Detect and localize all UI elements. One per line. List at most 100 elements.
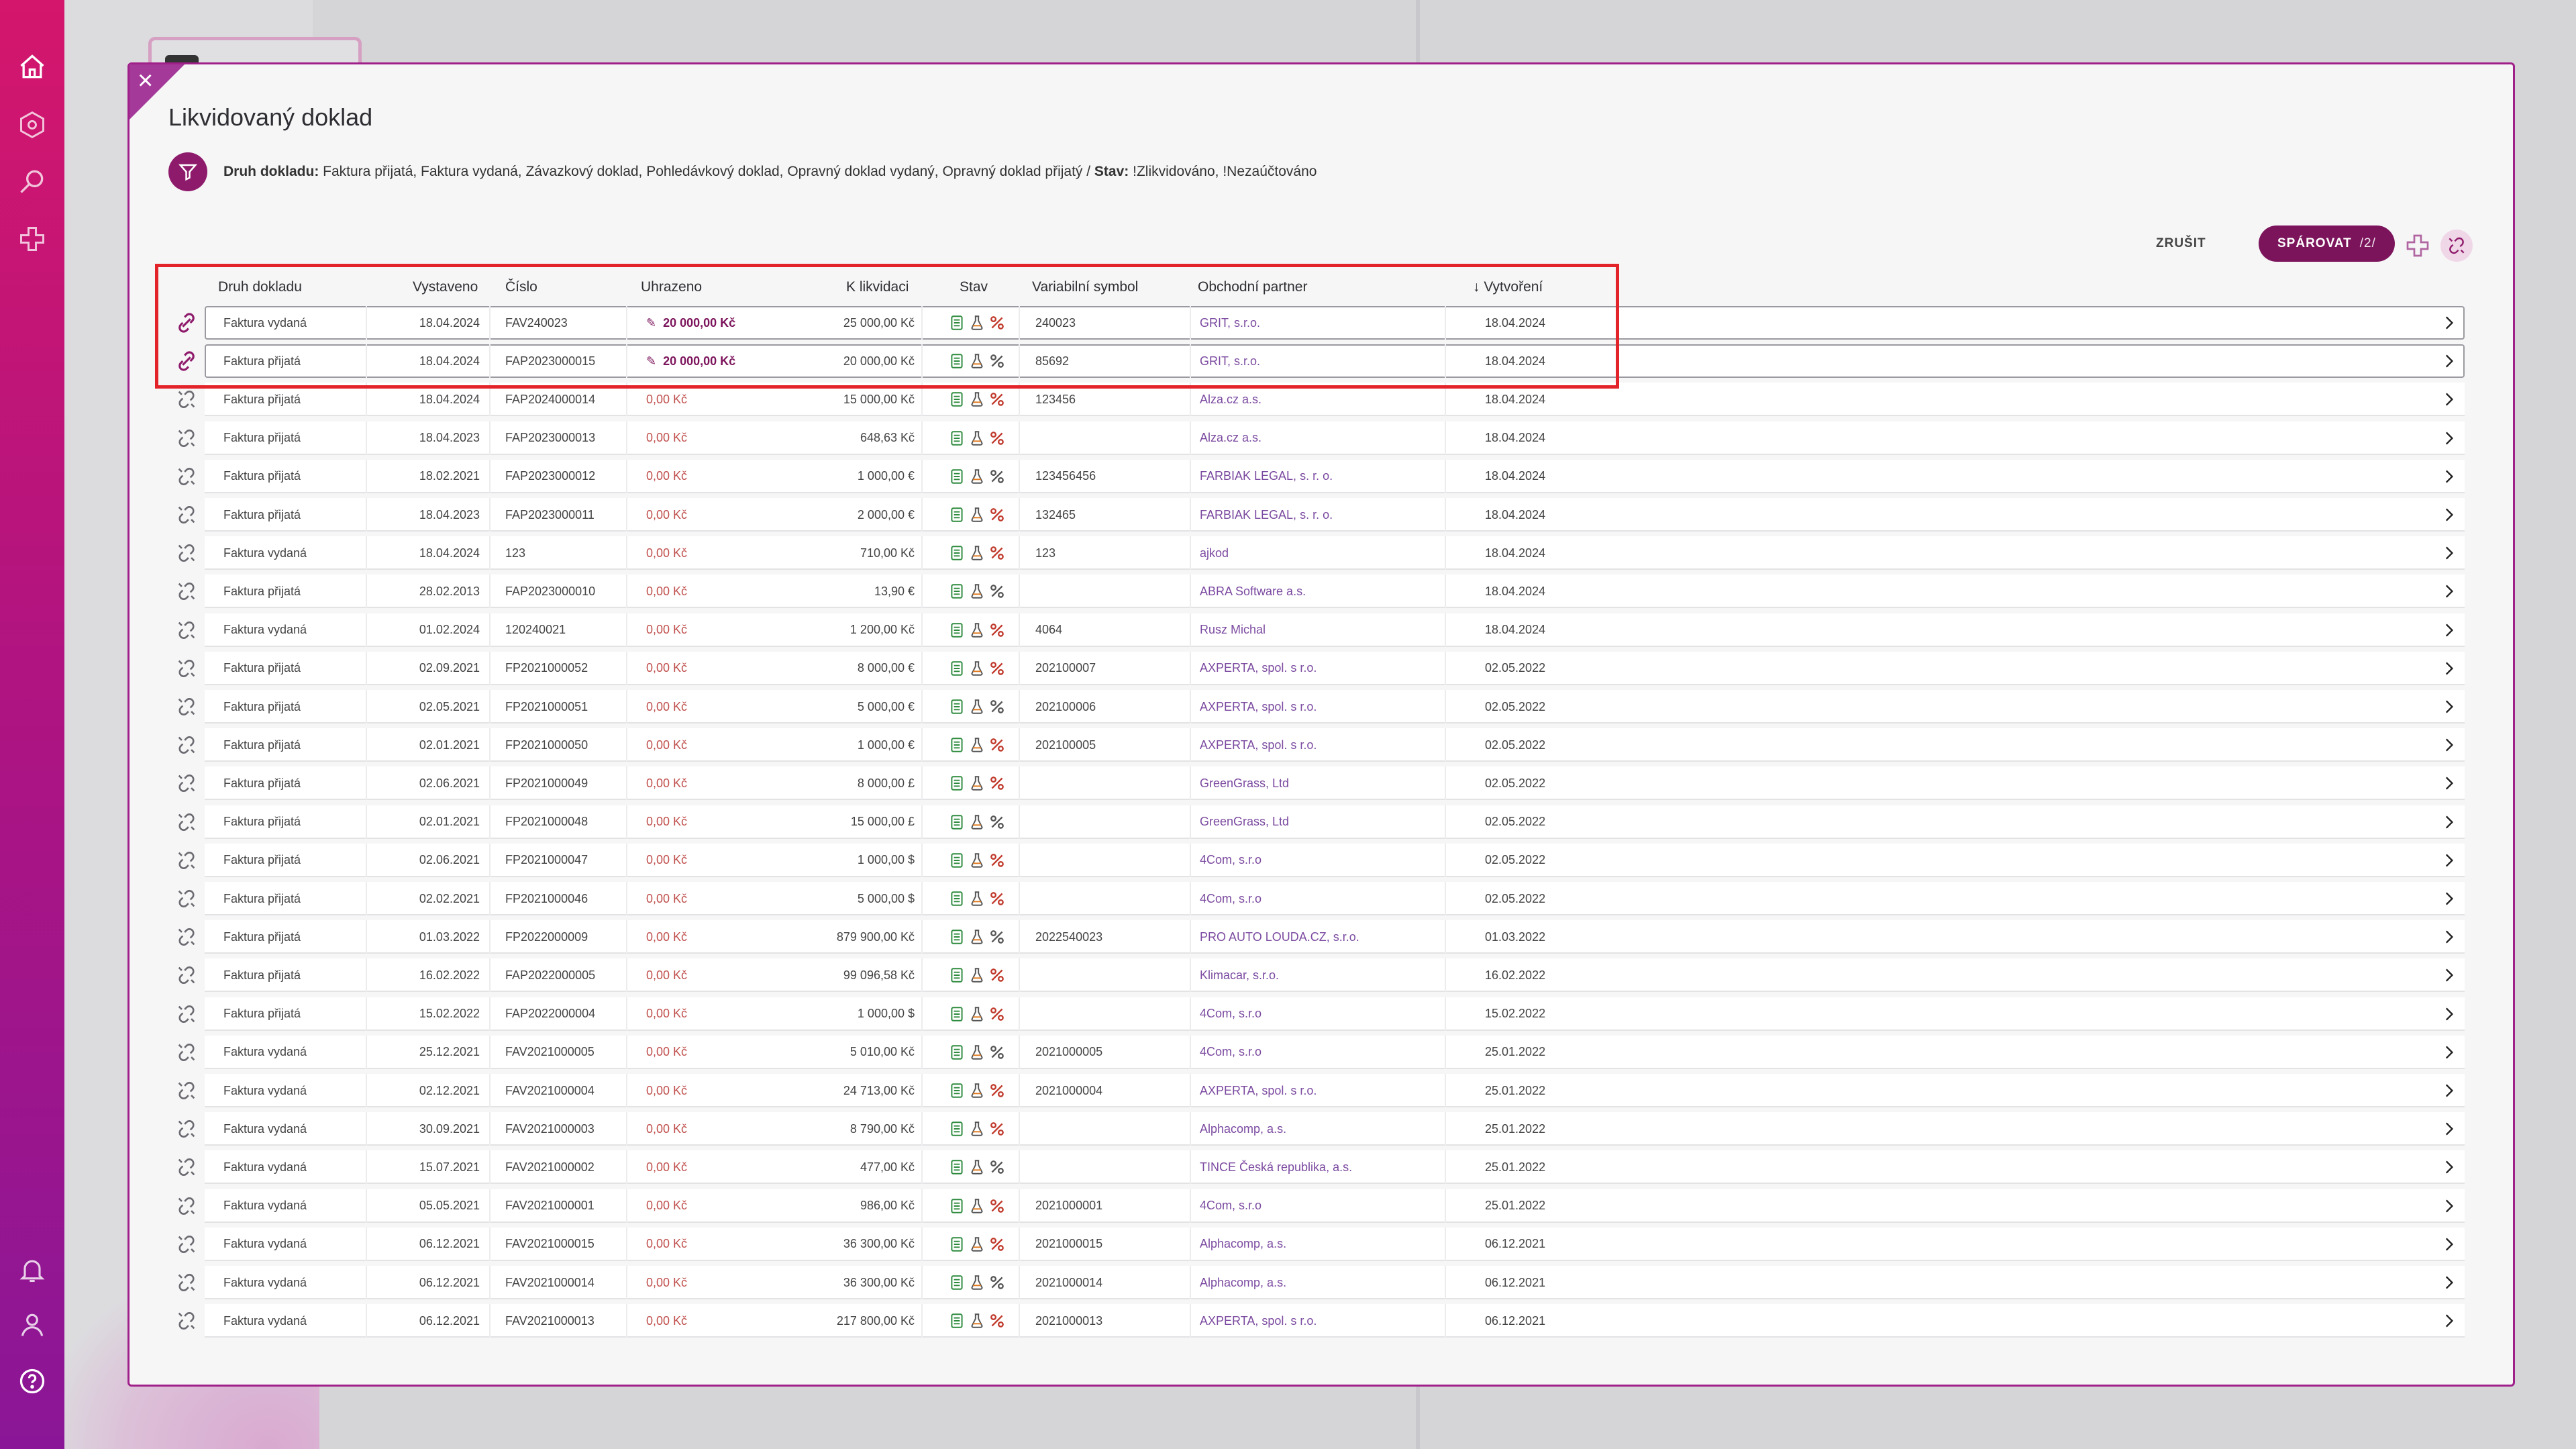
table-row[interactable]: Faktura vydaná 06.12.2021 FAV2021000014 0,0… — [170, 1266, 2465, 1299]
cell-partner[interactable]: 4Com, s.r.o — [1200, 844, 1261, 877]
unlink-icon[interactable] — [175, 695, 198, 718]
chevron-right-icon[interactable] — [2435, 613, 2462, 647]
unlink-icon[interactable] — [175, 580, 198, 603]
table-row[interactable]: Faktura přijatá 02.02.2021 FP2021000046 0,0… — [170, 882, 2465, 915]
unlink-icon[interactable] — [175, 1079, 198, 1102]
table-row[interactable]: Faktura přijatá 16.02.2022 FAP2022000005 0,… — [170, 958, 2465, 993]
unlink-icon[interactable] — [175, 1233, 198, 1256]
add-icon[interactable] — [16, 223, 48, 255]
chevron-right-icon[interactable] — [2435, 652, 2462, 685]
chevron-right-icon[interactable] — [2435, 1189, 2462, 1223]
table-row[interactable]: Faktura přijatá 02.01.2021 FP2021000050 0,0… — [170, 728, 2465, 762]
cell-partner[interactable]: Alza.cz a.s. — [1200, 421, 1261, 455]
cell-partner[interactable]: TINCE Česká republika, a.s. — [1200, 1150, 1352, 1184]
cell-partner[interactable]: 4Com, s.r.o — [1200, 997, 1261, 1031]
chevron-right-icon[interactable] — [2435, 1112, 2462, 1146]
chevron-right-icon[interactable] — [2435, 1228, 2462, 1261]
table-row[interactable]: Faktura vydaná 18.04.2024 123 0,00 Kč 710,00… — [170, 536, 2465, 570]
search-icon[interactable] — [16, 165, 48, 197]
chevron-right-icon[interactable] — [2435, 920, 2462, 954]
table-row[interactable]: Faktura vydaná 02.12.2021 FAV2021000004 0,0… — [170, 1074, 2465, 1107]
unlink-icon[interactable] — [175, 1003, 198, 1026]
cell-partner[interactable]: AXPERTA, spol. s r.o. — [1200, 1304, 1317, 1338]
cell-partner[interactable]: 4Com, s.r.o — [1200, 1189, 1261, 1223]
bell-icon[interactable] — [16, 1254, 48, 1286]
cell-partner[interactable]: Rusz Michal — [1200, 613, 1266, 647]
unlink-icon[interactable] — [175, 1309, 198, 1332]
cell-partner[interactable]: 4Com, s.r.o — [1200, 1036, 1261, 1069]
table-row[interactable]: Faktura přijatá 02.01.2021 FP2021000048 0,0… — [170, 805, 2465, 839]
modules-icon[interactable] — [16, 109, 48, 141]
chevron-right-icon[interactable] — [2435, 1074, 2462, 1107]
chevron-right-icon[interactable] — [2435, 383, 2462, 416]
cell-partner[interactable]: GreenGrass, Ltd — [1200, 805, 1289, 839]
cell-partner[interactable]: Alphacomp, a.s. — [1200, 1228, 1286, 1261]
chevron-right-icon[interactable] — [2435, 421, 2462, 455]
chevron-right-icon[interactable] — [2435, 766, 2462, 800]
unlink-icon[interactable] — [175, 388, 198, 411]
chevron-right-icon[interactable] — [2435, 498, 2462, 532]
table-row[interactable]: Faktura vydaná 25.12.2021 FAV2021000005 0,0… — [170, 1035, 2465, 1069]
unlink-icon[interactable] — [175, 657, 198, 680]
table-row[interactable]: Faktura vydaná 30.09.2021 FAV2021000003 0,0… — [170, 1112, 2465, 1146]
chevron-right-icon[interactable] — [2435, 536, 2462, 570]
unlink-icon[interactable] — [175, 1156, 198, 1179]
unlink-icon[interactable] — [175, 849, 198, 872]
unlink-icon[interactable] — [175, 1041, 198, 1064]
cell-partner[interactable]: ajkod — [1200, 536, 1229, 570]
cell-partner[interactable]: FARBIAK LEGAL, s. r. o. — [1200, 460, 1333, 493]
unlink-button[interactable] — [2440, 230, 2473, 262]
close-icon[interactable]: × — [138, 67, 153, 94]
table-row[interactable]: Faktura přijatá 18.02.2021 FAP2023000012 0,… — [170, 459, 2465, 493]
chevron-right-icon[interactable] — [2435, 805, 2462, 839]
chevron-right-icon[interactable] — [2435, 728, 2462, 762]
unlink-icon[interactable] — [175, 964, 198, 987]
cell-partner[interactable]: PRO AUTO LOUDA.CZ, s.r.o. — [1200, 920, 1359, 954]
cell-partner[interactable]: AXPERTA, spol. s r.o. — [1200, 690, 1317, 723]
table-row[interactable]: Faktura vydaná 06.12.2021 FAV2021000013 0,0… — [170, 1304, 2465, 1338]
table-row[interactable]: Faktura přijatá 28.02.2013 FAP2023000010 0,… — [170, 574, 2465, 609]
cell-partner[interactable]: Alphacomp, a.s. — [1200, 1266, 1286, 1299]
chevron-right-icon[interactable] — [2435, 997, 2462, 1031]
unlink-icon[interactable] — [175, 465, 198, 488]
unlink-icon[interactable] — [175, 926, 198, 948]
help-icon[interactable] — [16, 1365, 48, 1397]
table-row[interactable]: Faktura přijatá 02.06.2021 FP2021000049 0,0… — [170, 766, 2465, 801]
chevron-right-icon[interactable] — [2435, 344, 2462, 378]
table-row[interactable]: Faktura vydaná 01.02.2024 120240021 0,00 Kč… — [170, 613, 2465, 647]
unlink-icon[interactable] — [175, 1117, 198, 1140]
table-row[interactable]: Faktura vydaná 05.05.2021 FAV2021000001 0,0… — [170, 1189, 2465, 1223]
add-plus-icon[interactable] — [2404, 232, 2431, 259]
chevron-right-icon[interactable] — [2435, 690, 2462, 723]
table-row[interactable]: Faktura vydaná 15.07.2021 FAV2021000002 0,0… — [170, 1150, 2465, 1185]
table-row[interactable]: Faktura přijatá 02.09.2021 FP2021000052 0,0… — [170, 651, 2465, 685]
chevron-right-icon[interactable] — [2435, 1266, 2462, 1299]
cell-partner[interactable]: ABRA Software a.s. — [1200, 574, 1306, 608]
home-icon[interactable] — [16, 51, 48, 83]
user-icon[interactable] — [16, 1309, 48, 1341]
unlink-icon[interactable] — [175, 619, 198, 642]
cell-partner[interactable]: Klimacar, s.r.o. — [1200, 958, 1279, 992]
chevron-right-icon[interactable] — [2435, 1304, 2462, 1338]
chevron-right-icon[interactable] — [2435, 460, 2462, 493]
unlink-icon[interactable] — [175, 1271, 198, 1294]
chevron-right-icon[interactable] — [2435, 958, 2462, 992]
table-row[interactable]: Faktura přijatá 18.04.2023 FAP2023000011 0,… — [170, 498, 2465, 532]
table-row[interactable]: Faktura přijatá 18.04.2023 FAP2023000013 0,… — [170, 421, 2465, 455]
table-row[interactable]: Faktura přijatá 02.06.2021 FP2021000047 0,0… — [170, 843, 2465, 877]
cell-partner[interactable]: 4Com, s.r.o — [1200, 882, 1261, 915]
unlink-icon[interactable] — [175, 811, 198, 834]
cell-partner[interactable]: AXPERTA, spol. s r.o. — [1200, 728, 1317, 762]
unlink-icon[interactable] — [175, 887, 198, 910]
filter-icon[interactable] — [168, 152, 207, 191]
unlink-icon[interactable] — [175, 772, 198, 795]
unlink-icon[interactable] — [175, 1195, 198, 1217]
cell-partner[interactable]: GreenGrass, Ltd — [1200, 766, 1289, 800]
chevron-right-icon[interactable] — [2435, 882, 2462, 915]
table-row[interactable]: Faktura přijatá 01.03.2022 FP2022000009 0,0… — [170, 920, 2465, 954]
cell-partner[interactable]: AXPERTA, spol. s r.o. — [1200, 1074, 1317, 1107]
unlink-icon[interactable] — [175, 734, 198, 756]
unlink-icon[interactable] — [175, 427, 198, 450]
chevron-right-icon[interactable] — [2435, 574, 2462, 608]
table-row[interactable]: Faktura vydaná 06.12.2021 FAV2021000015 0,0… — [170, 1227, 2465, 1261]
